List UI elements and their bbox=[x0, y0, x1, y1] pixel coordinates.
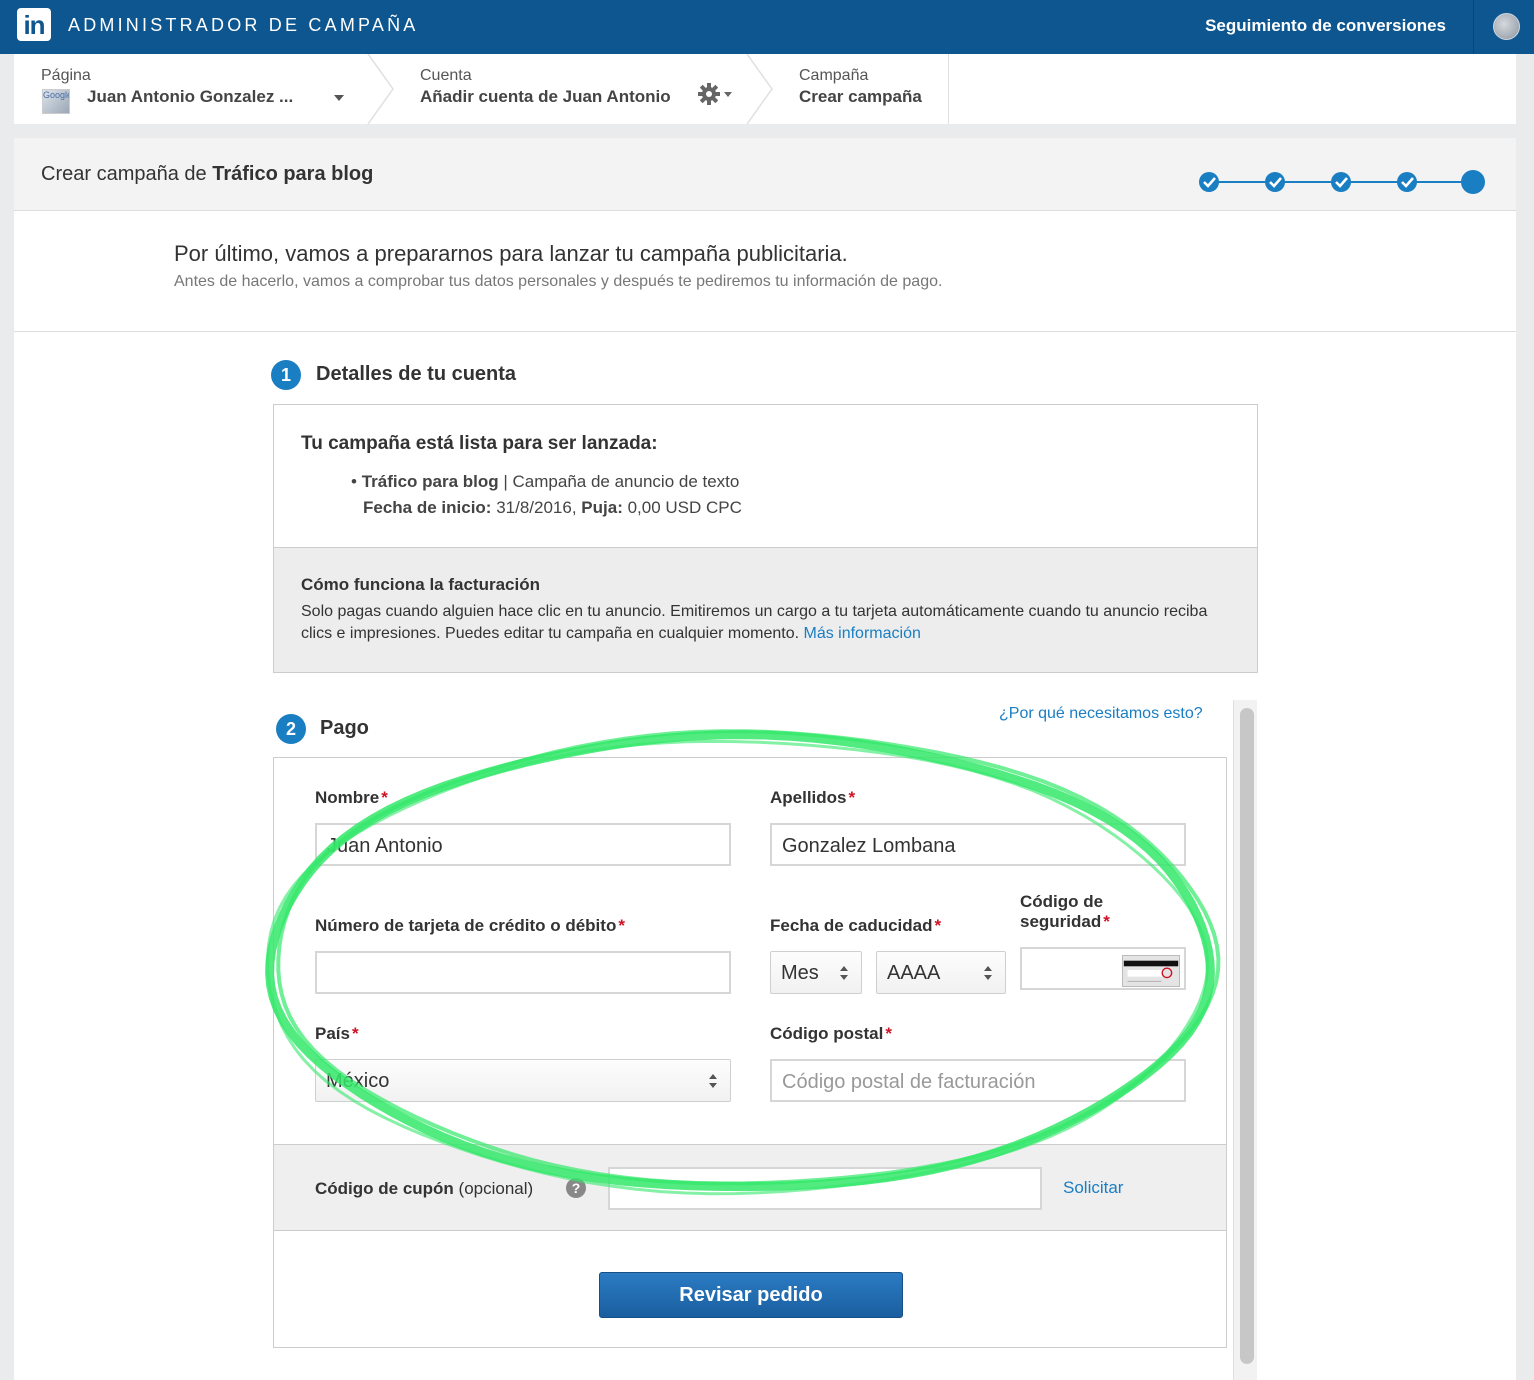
section-number-badge: 2 bbox=[276, 714, 306, 744]
app-title: ADMINISTRADOR DE CAMPAÑA bbox=[68, 15, 419, 35]
billing-description: Solo pagas cuando alguien hace clic en t… bbox=[301, 601, 1221, 645]
breadcrumb-account-label: Cuenta bbox=[420, 67, 472, 84]
progress-stepper bbox=[1199, 170, 1485, 194]
payment-form-box: Nombre * Juan Antonio Apellidos * Gonzalez… bbox=[273, 757, 1227, 1348]
campaign-title-bar: Crear campaña de Tráfico para blog bbox=[14, 138, 1516, 211]
user-avatar[interactable] bbox=[1493, 13, 1520, 40]
campaign-ready-heading: Tu campaña está lista para ser lanzada: bbox=[301, 433, 658, 454]
topbar-divider bbox=[1473, 0, 1474, 54]
select-arrows-icon bbox=[709, 1074, 717, 1088]
bid-value: 0,00 USD CPC bbox=[622, 498, 742, 517]
billing-text: Solo pagas cuando alguien hace clic en t… bbox=[301, 603, 1208, 642]
campaign-type: | Campaña de anuncio de texto bbox=[498, 472, 740, 491]
top-navigation-bar: in ADMINISTRADOR DE CAMPAÑA Seguimiento … bbox=[0, 0, 1534, 54]
bid-label: Puja: bbox=[581, 498, 623, 517]
country-select[interactable]: México bbox=[315, 1059, 731, 1102]
section-title-payment: Pago bbox=[320, 717, 369, 739]
review-order-button[interactable]: Revisar pedido bbox=[599, 1272, 903, 1318]
step-complete-check-icon bbox=[1199, 172, 1219, 192]
scrollbar-thumb[interactable] bbox=[1240, 708, 1254, 1364]
intro-heading: Por último, vamos a prepararnos para lan… bbox=[174, 241, 848, 266]
page-title-campaign-name: Tráfico para blog bbox=[212, 163, 374, 185]
section-number-badge: 1 bbox=[271, 360, 301, 390]
intro-subtext: Antes de hacerlo, vamos a comprobar tus … bbox=[174, 273, 943, 290]
intro-panel: Por último, vamos a prepararnos para lan… bbox=[14, 211, 1516, 332]
conversion-tracking-link[interactable]: Seguimiento de conversiones bbox=[1205, 16, 1446, 36]
step-current-dot bbox=[1461, 170, 1485, 194]
expiry-month-value: Mes bbox=[781, 962, 819, 984]
step-complete-check-icon bbox=[1265, 172, 1285, 192]
page-thumbnail-text: Google bbox=[43, 90, 70, 100]
breadcrumb-campaign-label: Campaña bbox=[799, 67, 869, 84]
breadcrumb-page-selector[interactable]: Juan Antonio Gonzalez ... bbox=[87, 87, 293, 107]
apply-coupon-link[interactable]: Solicitar bbox=[1063, 1178, 1123, 1198]
expiry-year-select[interactable]: AAAA bbox=[876, 951, 1006, 994]
country-value: México bbox=[326, 1070, 390, 1092]
page-title: Crear campaña de Tráfico para blog bbox=[41, 163, 373, 186]
chevron-down-icon[interactable] bbox=[334, 95, 344, 101]
last-name-input[interactable]: Gonzalez Lombana bbox=[770, 823, 1186, 866]
last-name-label: Apellidos * bbox=[770, 788, 856, 807]
scrollbar[interactable] bbox=[1233, 700, 1257, 1380]
campaign-name: Tráfico para blog bbox=[361, 472, 499, 491]
campaign-summary-line: • Tráfico para blog | Campaña de anuncio… bbox=[351, 472, 739, 492]
start-date-value: 31/8/2016, bbox=[491, 498, 582, 517]
postal-code-input[interactable]: Código postal de facturación bbox=[770, 1059, 1186, 1102]
card-number-label: Número de tarjeta de crédito o débito * bbox=[315, 916, 625, 935]
bullet-icon: • bbox=[351, 472, 357, 491]
campaign-schedule-line: Fecha de inicio: 31/8/2016, Puja: 0,00 U… bbox=[363, 498, 742, 518]
breadcrumb-separator-icon bbox=[367, 54, 394, 124]
billing-title: Cómo funciona la facturación bbox=[301, 575, 540, 594]
gear-icon[interactable] bbox=[698, 82, 736, 106]
why-needed-link[interactable]: ¿Por qué necesitamos esto? bbox=[999, 705, 1203, 723]
coupon-row: Código de cupón (opcional) ? Solicitar bbox=[274, 1144, 1226, 1231]
select-arrows-icon bbox=[840, 966, 848, 980]
step-complete-check-icon bbox=[1331, 172, 1351, 192]
security-code-label: Código de seguridad * bbox=[1020, 892, 1110, 931]
breadcrumb-account-value[interactable]: Añadir cuenta de Juan Antonio bbox=[420, 87, 671, 107]
breadcrumb-campaign-value: Crear campaña bbox=[799, 87, 922, 106]
section-title-account-details: Detalles de tu cuenta bbox=[316, 363, 517, 385]
credit-card-back-icon bbox=[1122, 955, 1180, 987]
expiry-month-select[interactable]: Mes bbox=[770, 951, 862, 994]
more-info-link[interactable]: Más información bbox=[803, 625, 920, 642]
expiry-year-value: AAAA bbox=[887, 962, 941, 984]
first-name-label: Nombre * bbox=[315, 788, 388, 807]
country-label: País * bbox=[315, 1024, 359, 1043]
account-details-box: Tu campaña está lista para ser lanzada: … bbox=[273, 404, 1258, 673]
step-complete-check-icon bbox=[1397, 172, 1417, 192]
page-thumbnail: Google bbox=[42, 89, 70, 114]
start-date-label: Fecha de inicio: bbox=[363, 498, 492, 517]
select-arrows-icon bbox=[984, 966, 992, 980]
breadcrumb-separator-icon bbox=[746, 54, 773, 124]
breadcrumb-empty-area bbox=[948, 54, 1516, 124]
expiry-date-label: Fecha de caducidad * bbox=[770, 916, 942, 935]
card-number-input[interactable] bbox=[315, 951, 731, 994]
security-code-input[interactable] bbox=[1020, 947, 1186, 990]
first-name-input[interactable]: Juan Antonio bbox=[315, 823, 731, 866]
coupon-label: Código de cupón (opcional) bbox=[315, 1179, 534, 1198]
billing-info-panel: Cómo funciona la facturación Solo pagas … bbox=[274, 547, 1257, 672]
linkedin-logo-icon[interactable]: in bbox=[17, 8, 51, 41]
postal-code-label: Código postal * bbox=[770, 1024, 892, 1043]
coupon-input[interactable] bbox=[608, 1167, 1042, 1210]
breadcrumb-page-label: Página bbox=[41, 67, 91, 84]
page-title-prefix: Crear campaña de bbox=[41, 163, 213, 185]
help-icon[interactable]: ? bbox=[566, 1178, 586, 1198]
